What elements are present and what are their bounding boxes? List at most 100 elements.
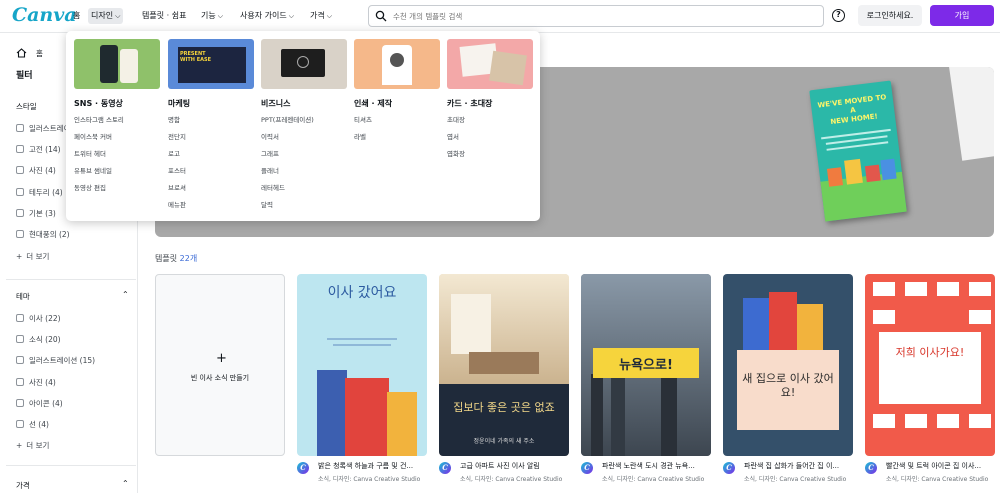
menu-link[interactable]: 로고 [168, 148, 180, 158]
checkbox[interactable] [16, 399, 24, 407]
checkbox[interactable] [16, 335, 24, 343]
menu-thumb-marketing[interactable]: PRESENT WITH EASE [168, 39, 254, 89]
home-icon[interactable] [16, 48, 27, 58]
divider [6, 279, 136, 280]
create-blank-label: 빈 이사 소식 만들기 [190, 374, 250, 382]
menu-link[interactable]: 전단지 [168, 131, 186, 141]
filter-theme-3[interactable]: 사진 (4) [16, 377, 56, 389]
menu-link[interactable]: 레터헤드 [261, 182, 285, 192]
filter-style-1[interactable]: 고전 (14) [16, 144, 61, 156]
menu-heading[interactable]: 비즈니스 [261, 98, 290, 109]
menu-link[interactable]: 달력 [261, 199, 273, 209]
menu-link[interactable]: 포스터 [168, 165, 186, 175]
menu-link[interactable]: 메뉴판 [168, 199, 186, 209]
filter-style-4[interactable]: 기본 (3) [16, 208, 56, 220]
menu-link[interactable]: 티셔츠 [354, 114, 372, 124]
menu-link[interactable]: 명함 [168, 114, 180, 124]
canva-avatar-icon: C [865, 462, 877, 474]
menu-thumb-business[interactable] [261, 39, 347, 89]
chevron-up-icon[interactable]: ⌃ [122, 290, 129, 299]
nav-features[interactable]: 기능 ⌵ [198, 8, 226, 24]
checkbox[interactable] [16, 420, 24, 428]
signup-button[interactable]: 가입 [930, 5, 994, 26]
menu-link[interactable]: 인스타그램 스토리 [74, 114, 124, 124]
nav-home[interactable]: 홈 [70, 8, 83, 24]
chevron-up-icon[interactable]: ⌃ [122, 479, 129, 488]
checkbox[interactable] [16, 209, 24, 217]
menu-link[interactable]: 그래프 [261, 148, 279, 158]
menu-link[interactable]: 엽서 [447, 131, 459, 141]
checkbox[interactable] [16, 314, 24, 322]
plus-icon: + [216, 351, 227, 366]
template-card-2[interactable]: 집보다 좋은 곳은 없죠 정윤이네 가족의 새 주소 [439, 274, 569, 456]
menu-thumb-social[interactable] [74, 39, 160, 89]
menu-link[interactable]: 초대장 [447, 114, 465, 124]
checkbox[interactable] [16, 166, 24, 174]
sidebar-home-label[interactable]: 홈 [36, 48, 43, 59]
menu-heading[interactable]: SNS · 동영상 [74, 98, 123, 109]
nav-guide[interactable]: 사용자 가이드 ⌵ [237, 8, 297, 24]
nav-pricing[interactable]: 가격 ⌵ [307, 8, 335, 24]
card-1-byline: 소식, 디자인: Canva Creative Studio [318, 476, 421, 483]
menu-thumb-print[interactable] [354, 39, 440, 89]
menu-heading[interactable]: 인쇄 · 제작 [354, 98, 392, 109]
show-more-style[interactable]: + 더 보기 [16, 251, 49, 263]
plus-icon: + [16, 252, 23, 261]
login-button[interactable]: 로그인하세요. [858, 5, 922, 26]
menu-link[interactable]: 플래너 [261, 165, 279, 175]
checkbox[interactable] [16, 145, 24, 153]
checkbox[interactable] [16, 230, 24, 238]
help-icon[interactable]: ? [832, 9, 845, 22]
hero-paper [948, 67, 994, 161]
checkbox[interactable] [16, 124, 24, 132]
filter-theme-2[interactable]: 일러스트레이션 (15) [16, 355, 95, 367]
checkbox[interactable] [16, 188, 24, 196]
filter-style-3[interactable]: 테두리 (4) [16, 187, 63, 199]
template-card-4[interactable]: 새 집으로 이사 갔어요! [723, 274, 853, 456]
checkbox[interactable] [16, 356, 24, 364]
show-more-theme[interactable]: + 더 보기 [16, 440, 49, 452]
search-bar[interactable] [368, 5, 824, 27]
checkbox[interactable] [16, 378, 24, 386]
theme-heading[interactable]: 테마 [16, 291, 30, 302]
card-1-title[interactable]: 밝은 청록색 하늘과 구름 및 건... [318, 461, 450, 471]
menu-link[interactable]: 페이스북 커버 [74, 131, 112, 141]
card-5-byline: 소식, 디자인: Canva Creative Studio [886, 476, 989, 483]
menu-link[interactable]: 유튜브 썸네일 [74, 165, 112, 175]
filter-style-2[interactable]: 사진 (4) [16, 165, 56, 177]
menu-thumb-cards[interactable] [447, 39, 533, 89]
menu-heading[interactable]: 카드 · 초대장 [447, 98, 492, 109]
card-4-title[interactable]: 파란색 집 삽화가 들어간 집 이... [744, 461, 876, 471]
filter-theme-5[interactable]: 선 (4) [16, 419, 49, 431]
nav-design[interactable]: 디자인 ⌵ [88, 8, 124, 24]
hero-invitation-card: WE'VE MOVED TO A NEW HOME! [809, 80, 907, 222]
create-blank-card[interactable]: + 빈 이사 소식 만들기 [155, 274, 285, 456]
menu-link[interactable]: PPT(프레젠테이션) [261, 114, 314, 124]
hero-card-line2: NEW HOME! [830, 112, 879, 127]
card-3-title[interactable]: 파란색 노란색 도시 경관 뉴욕... [602, 461, 734, 471]
price-heading[interactable]: 가격 [16, 480, 30, 491]
menu-link[interactable]: 트위터 헤더 [74, 148, 106, 158]
nav-templates[interactable]: 템플릿 · 쉼표 [139, 8, 189, 24]
card-2-byline: 소식, 디자인: Canva Creative Studio [460, 476, 563, 483]
menu-link[interactable]: 브로셔 [168, 182, 186, 192]
menu-link[interactable]: 이력서 [261, 131, 279, 141]
canva-logo[interactable]: Canva [12, 4, 77, 26]
canva-avatar-icon: C [439, 462, 451, 474]
template-card-3[interactable]: 뉴욕으로! [581, 274, 711, 456]
card-2-title[interactable]: 고급 아파트 사진 이사 알림 [460, 461, 592, 471]
menu-link[interactable]: 동영상 편집 [74, 182, 106, 192]
filter-theme-1[interactable]: 소식 (20) [16, 334, 61, 346]
canva-avatar-icon: C [581, 462, 593, 474]
template-card-5[interactable]: 저희 이사가요! [865, 274, 995, 456]
filter-style-5[interactable]: 현대풍의 (2) [16, 229, 70, 241]
search-input[interactable] [393, 9, 813, 24]
filter-theme-4[interactable]: 아이콘 (4) [16, 398, 63, 410]
template-card-1[interactable]: 이사 갔어요 [297, 274, 427, 456]
menu-link[interactable]: 엽화장 [447, 148, 465, 158]
style-heading[interactable]: 스타일 [16, 101, 37, 112]
filter-theme-0[interactable]: 이사 (22) [16, 313, 61, 325]
menu-heading[interactable]: 마케팅 [168, 98, 190, 109]
card-5-title[interactable]: 빨간색 및 트럭 아이콘 집 이사... [886, 461, 996, 471]
menu-link[interactable]: 라벨 [354, 131, 366, 141]
